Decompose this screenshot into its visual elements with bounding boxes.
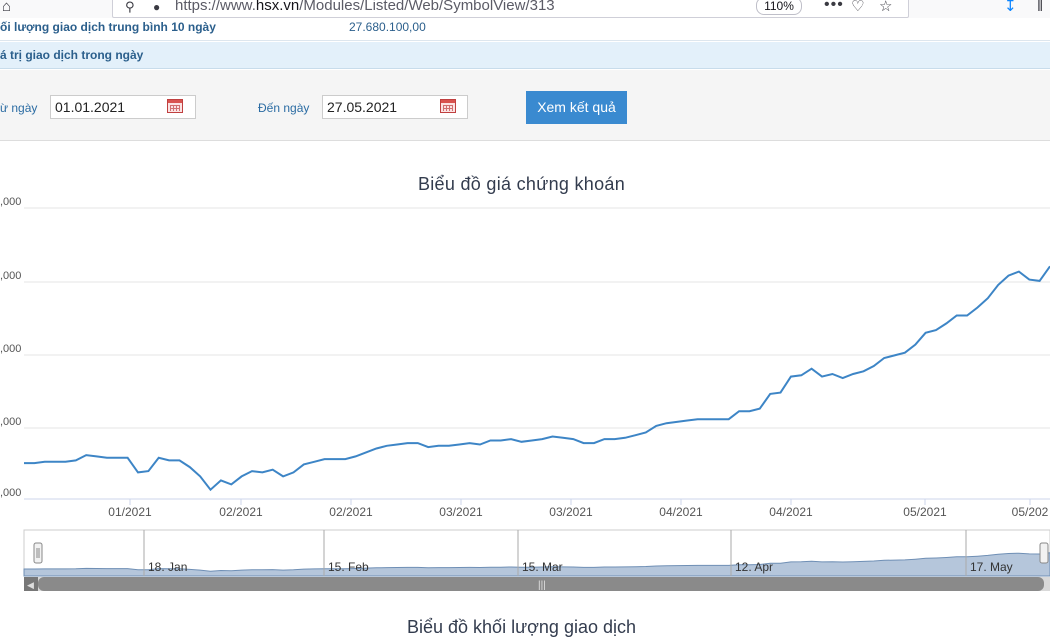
x-tick-label: 04/2021: [659, 505, 703, 519]
chart-grid: [24, 207, 1050, 500]
navigator-label: 15. Mar: [522, 560, 563, 574]
x-tick-label: 02/2021: [329, 505, 373, 519]
x-tick-label: 02/2021: [219, 505, 263, 519]
price-series-line: [24, 265, 1050, 492]
x-axis-labels: 01/2021 02/2021 02/2021 03/2021 03/2021 04/20…: [108, 499, 1049, 519]
scrollbar-grip-icon: |||: [538, 580, 546, 591]
y-axis-labels: ,000 ,000 ,000 ,000 ,000: [0, 196, 21, 499]
y-tick-label: ,000: [0, 270, 21, 282]
navigator-label: 17. May: [970, 560, 1013, 574]
scroll-left-arrow-icon: ◀: [27, 580, 34, 590]
x-tick-label: 05/202: [1012, 505, 1049, 519]
x-tick-label: 01/2021: [108, 505, 152, 519]
navigator-label: 18. Jan: [148, 560, 187, 574]
y-tick-label: ,000: [0, 343, 21, 355]
x-tick-label: 04/2021: [769, 505, 813, 519]
navigator-right-handle[interactable]: [1039, 542, 1049, 564]
navigator-left-handle[interactable]: [33, 542, 43, 564]
navigator-label: 15. Feb: [328, 560, 369, 574]
y-tick-label: ,000: [0, 196, 21, 208]
x-tick-label: 05/2021: [903, 505, 947, 519]
y-tick-label: ,000: [0, 487, 21, 499]
range-navigator: 18. Jan 15. Feb 15. Mar 12. Apr 17. May ||| …: [23, 529, 1050, 591]
price-chart: ,000 ,000 ,000 ,000 ,000 01/2021 02/2021 02/20…: [0, 196, 1050, 591]
x-tick-label: 03/2021: [549, 505, 593, 519]
x-tick-label: 03/2021: [439, 505, 483, 519]
volume-chart-title: Biểu đồ khối lượng giao dịch: [407, 617, 636, 637]
navigator-label: 12. Apr: [735, 560, 773, 574]
y-tick-label: ,000: [0, 416, 21, 428]
